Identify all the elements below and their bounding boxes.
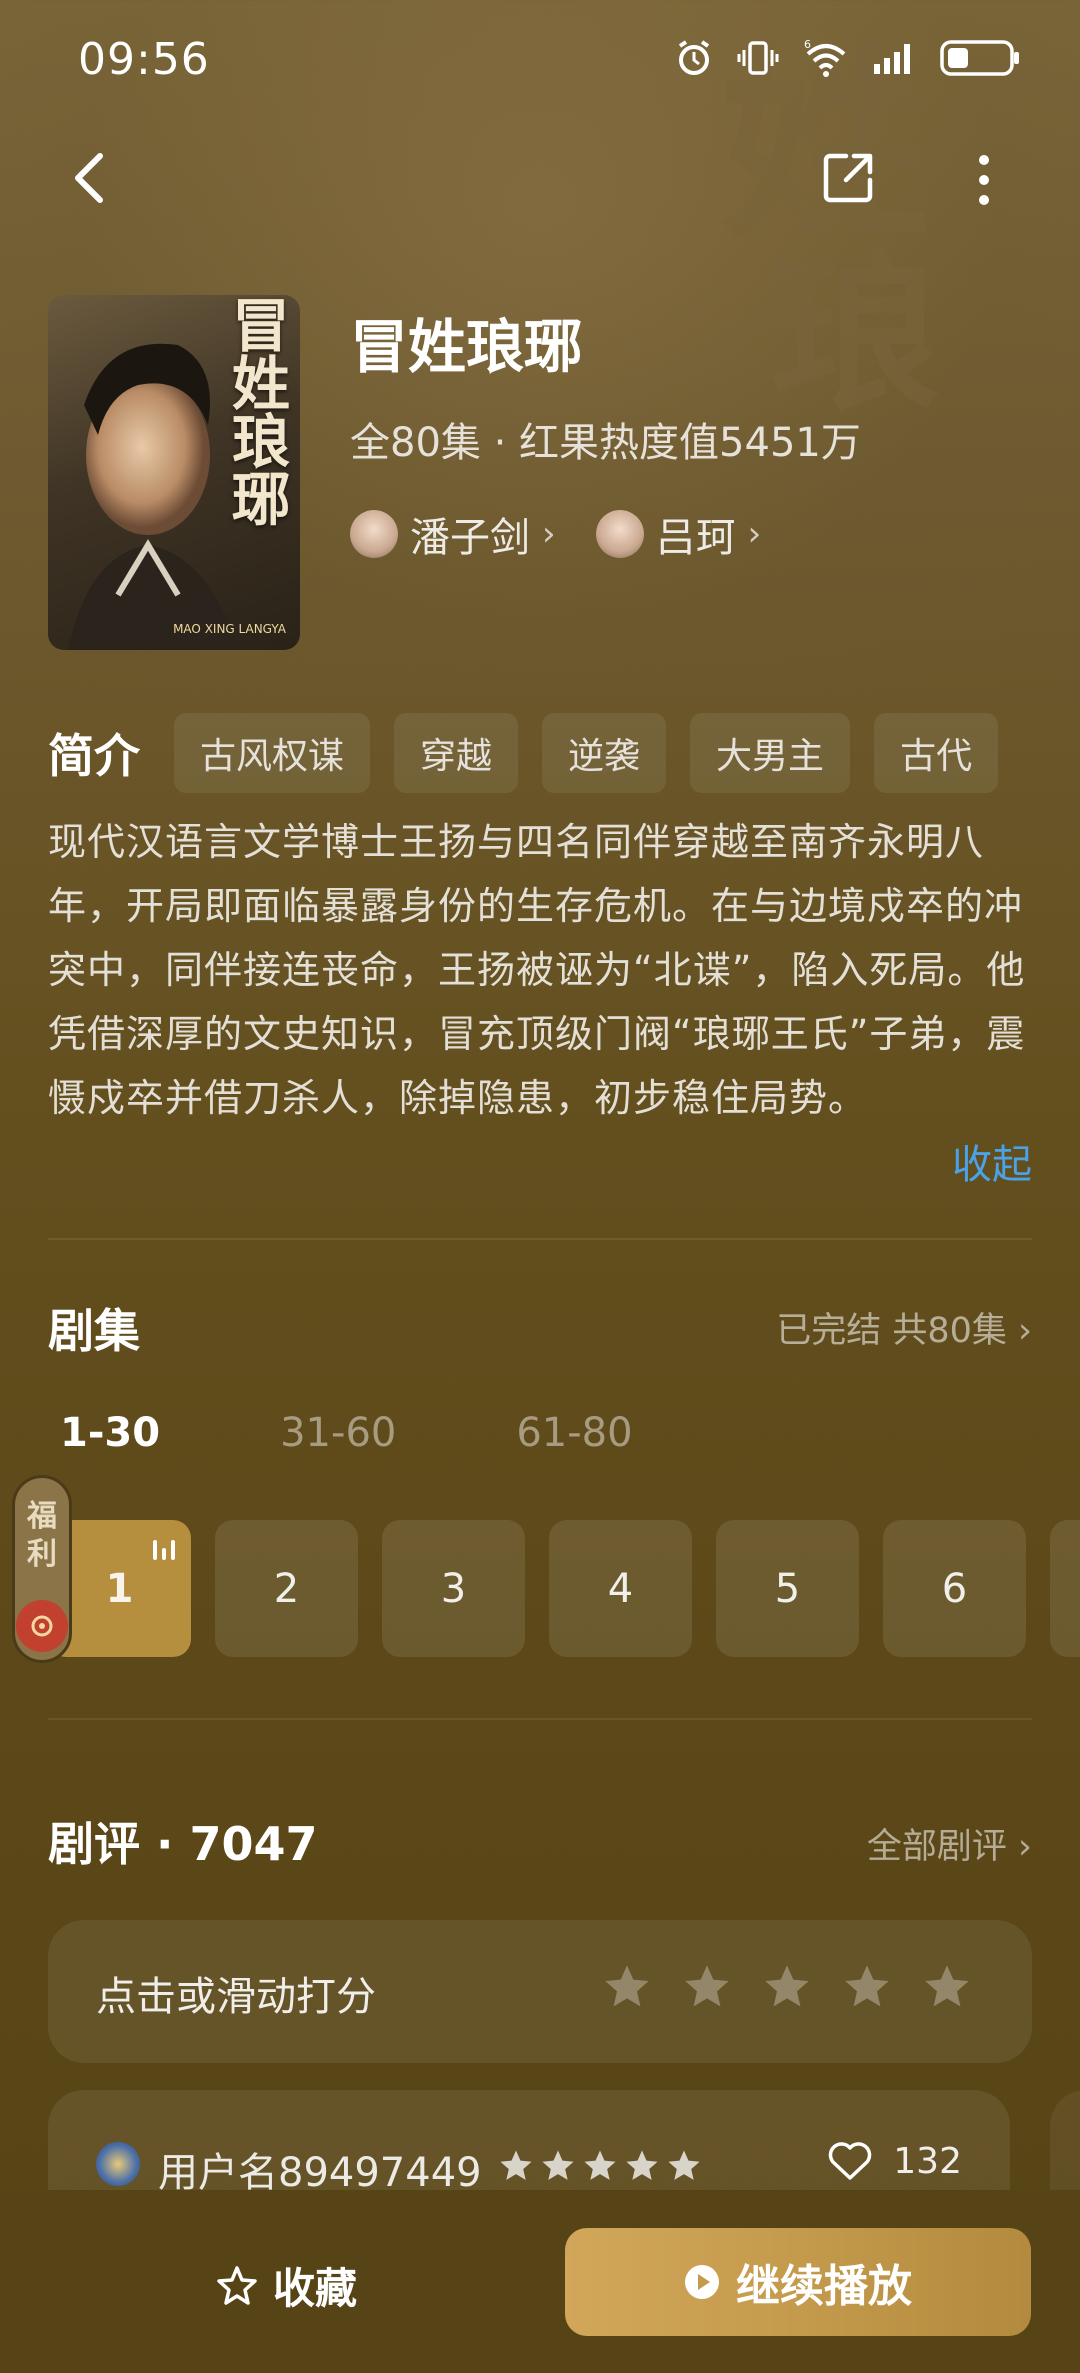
continue-play-label: 继续播放 [736,2261,912,2312]
background-calligraphy: 琅 [770,235,941,435]
review-star-icon [668,2150,700,2180]
synopsis-text: 现代汉语言文学博士王扬与四名同伴穿越至南齐永明八年，开局即面临暴露身份的生存危机… [48,820,1026,1120]
play-icon [685,2265,719,2299]
tag-item[interactable]: 古风权谋 [174,713,371,793]
review-star-icon [584,2150,616,2180]
poster-title: 冒姓琅琊 [222,295,290,527]
episode-item[interactable]: 3 [382,1520,525,1657]
tag-item[interactable]: 古代 [874,713,999,793]
divider [48,1238,1032,1240]
avatar [350,510,398,558]
review-star-icon [626,2150,658,2180]
tag-item[interactable]: 大男主 [690,713,851,793]
review-star-icon [500,2150,532,2180]
poster-subtitle: MAO XING LANGYA [173,622,286,636]
rating-star-icon[interactable] [682,1962,732,2012]
review-rating-stars [498,2148,702,2184]
drama-title: 冒姓琅琊 [350,313,583,381]
tag-item[interactable]: 逆袭 [542,713,667,793]
welfare-floating-button[interactable]: 福 利 [12,1475,72,1663]
reviews-title: 剧评 · 7047 [48,1817,318,1871]
favorite-button[interactable]: 收藏 [215,2255,357,2316]
rating-star-icon[interactable] [762,1962,812,2012]
intro-title: 简介 [48,729,140,783]
vibrate-icon [737,41,779,75]
welfare-label: 福 [27,1499,57,1534]
episodes-status: 已完结 共80集 [776,1311,1007,1351]
playing-indicator-icon [153,1538,175,1560]
wifi-icon: 6 [804,38,846,77]
episodes-title: 剧集 [48,1304,140,1358]
more-vertical-icon [979,155,989,205]
chevron-right-icon: › [1018,1827,1032,1867]
rating-star-icon[interactable] [922,1962,972,2012]
tab-range[interactable]: 61-80 [516,1410,632,1456]
rating-stars[interactable] [602,1962,972,2012]
actor-item[interactable]: 吕珂 › [595,505,762,563]
episode-item[interactable]: 4 [549,1520,692,1657]
share-icon [823,153,873,203]
continue-play-button[interactable]: 继续播放 [565,2228,1031,2336]
back-button[interactable] [62,148,122,208]
star-outline-icon [217,2265,257,2305]
status-bar: 09:56 6 [0,0,1080,120]
chevron-right-icon: › [542,514,556,554]
signal-icon [874,44,910,74]
chevron-right-icon: › [1018,1311,1032,1351]
episode-number: 1 [105,1565,134,1612]
episode-list: 1 2 3 4 5 6 [48,1520,1080,1657]
chevron-right-icon: › [747,514,762,554]
more-options-button[interactable] [960,150,1008,210]
rating-prompt: 点击或滑动打分 [96,1974,376,2020]
review-star-icon [542,2150,574,2180]
episodes-status-link[interactable]: 已完结 共80集 › [776,1302,1032,1353]
rating-star-icon[interactable] [842,1962,892,2012]
episode-number: 3 [440,1565,467,1612]
episode-number: 5 [774,1565,801,1612]
episode-number: 2 [273,1565,300,1612]
tag-list: 古风权谋 穿越 逆袭 大男主 古代 [174,713,999,793]
episode-number: 4 [607,1565,634,1612]
tab-range[interactable]: 31-60 [280,1410,396,1456]
svg-text:6: 6 [804,38,811,51]
actor-name: 潘子剑 [410,515,530,561]
all-reviews-label: 全部剧评 [866,1827,1007,1867]
alarm-icon [678,40,710,75]
episode-item[interactable]: 6 [883,1520,1026,1657]
episode-number: 6 [941,1565,968,1612]
avatar [96,2142,140,2186]
divider [48,1718,1032,1720]
all-reviews-link[interactable]: 全部剧评 › [867,1818,1032,1869]
welfare-label: 利 [27,1537,57,1572]
rating-star-icon[interactable] [602,1962,652,2012]
share-button[interactable] [820,150,876,206]
rating-input[interactable]: 点击或滑动打分 [48,1920,1032,2063]
episode-item[interactable]: 5 [716,1520,859,1657]
red-envelope-icon [16,1600,68,1652]
actor-list: 潘子剑 › 吕珂 › [350,505,761,563]
actor-item[interactable]: 潘子剑 › [350,505,556,563]
avatar [595,510,644,558]
chevron-left-icon [75,153,103,203]
heart-icon [829,2142,872,2180]
episode-range-tabs: 1-30 31-60 61-80 [60,1410,633,1456]
like-count: 132 [893,2140,962,2182]
drama-poster[interactable]: 冒姓琅琊 MAO XING LANGYA [48,295,300,650]
tab-range[interactable]: 1-30 [60,1410,160,1456]
tag-item[interactable]: 穿越 [394,713,519,793]
like-button[interactable]: 132 [827,2140,962,2182]
episode-item-partial[interactable] [1050,1520,1080,1657]
status-icons: 6 [674,38,1020,78]
favorite-label: 收藏 [273,2264,358,2313]
collapse-button[interactable]: 收起 [952,1132,1032,1190]
actor-name: 吕珂 [655,515,736,561]
battery-icon [940,40,1019,76]
drama-meta: 全80集 · 红果热度值5451万 [350,420,861,466]
status-time: 09:56 [78,34,210,85]
intro-header: 简介 古风权谋 穿越 逆袭 大男主 古代 [48,713,999,793]
episode-item[interactable]: 2 [215,1520,358,1657]
